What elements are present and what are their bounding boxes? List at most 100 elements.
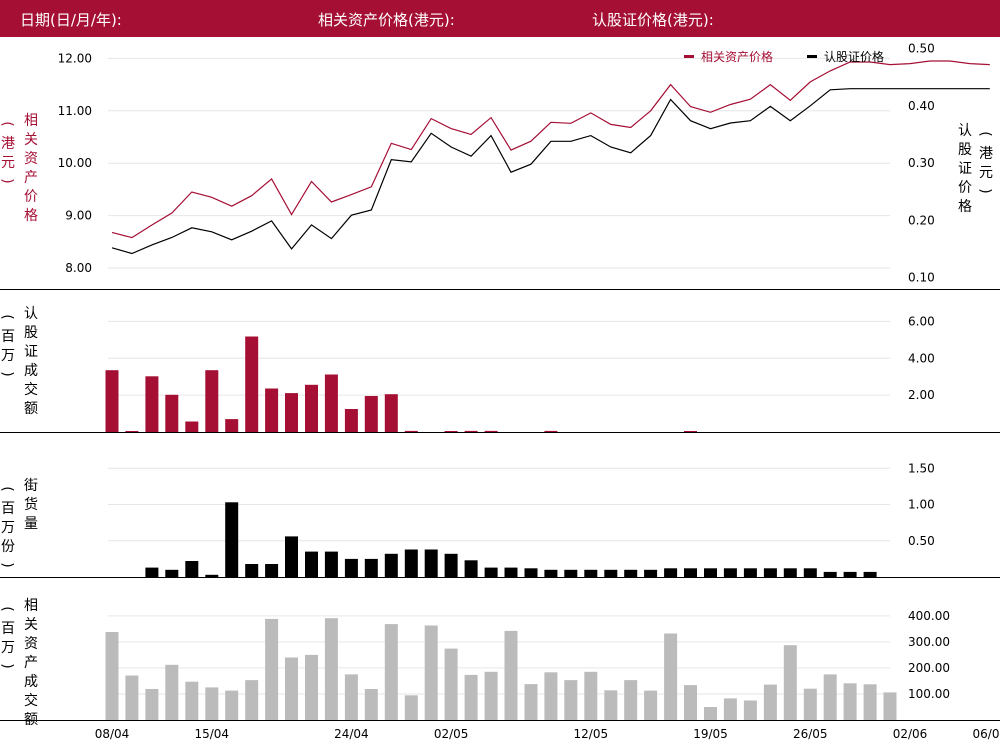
svg-text:关: 关 (24, 132, 38, 148)
bar (624, 680, 638, 720)
bar (524, 568, 538, 577)
bar (783, 568, 797, 577)
bar (285, 393, 298, 432)
y-tick-label: 400.00 (908, 609, 950, 623)
bar (305, 654, 318, 720)
y-right-tick-label: 0.20 (908, 213, 935, 227)
svg-text:港: 港 (979, 146, 993, 162)
bar (803, 688, 817, 720)
svg-text:相: 相 (24, 598, 38, 614)
bar (644, 690, 658, 720)
bar (444, 553, 458, 577)
bar (205, 370, 219, 432)
bar (364, 558, 378, 577)
bar (484, 430, 498, 432)
bar (823, 674, 837, 720)
bar (604, 690, 618, 720)
bar (245, 336, 259, 432)
y-left-tick-label: 11.00 (58, 104, 92, 118)
svg-text:交: 交 (24, 692, 38, 709)
bar (464, 560, 478, 577)
bar (544, 430, 558, 432)
bar (604, 569, 618, 578)
legend-swatch-1 (684, 55, 694, 58)
bar (305, 384, 318, 432)
y-tick-label: 2.00 (908, 388, 935, 402)
svg-text:份: 份 (1, 539, 15, 555)
bar (644, 569, 658, 578)
bar (225, 419, 239, 432)
y-tick-label: 200.00 (908, 661, 950, 675)
svg-text:格: 格 (958, 199, 972, 215)
bar (165, 664, 179, 720)
x-tick-label: 02/05 (434, 727, 469, 741)
y-left-tick-label: 10.00 (58, 156, 92, 170)
svg-text:百: 百 (1, 329, 15, 345)
y-left-axis-label: 相关资产价格 (港元) (0, 113, 38, 224)
bar (324, 551, 338, 577)
bar (344, 674, 358, 720)
svg-text:认: 认 (958, 123, 972, 139)
svg-text:证: 证 (24, 344, 38, 360)
svg-text:量: 量 (24, 516, 38, 532)
bar (384, 624, 398, 720)
bar (185, 681, 199, 720)
x-tick-label: 02/06 (893, 727, 928, 741)
svg-text:价: 价 (958, 180, 972, 196)
x-tick-label: 15/04 (194, 727, 229, 741)
bar (404, 430, 418, 432)
bar (664, 568, 678, 577)
legend-label-2: 认股证价格 (824, 49, 884, 64)
bar (723, 568, 737, 577)
bar (783, 645, 797, 720)
x-tick-label: 26/05 (793, 727, 828, 741)
x-tick-label: 12/05 (574, 727, 609, 741)
svg-text:关: 关 (24, 617, 38, 633)
y-axis-label: 街货量 (百万份) (0, 478, 38, 568)
bar (384, 553, 398, 577)
bar (544, 569, 558, 578)
bar (265, 618, 279, 720)
bar (684, 431, 697, 432)
bar (704, 568, 717, 577)
svg-text:万: 万 (1, 640, 15, 656)
svg-text:格: 格 (24, 208, 38, 224)
svg-text:元: 元 (979, 165, 993, 181)
bar (803, 568, 817, 577)
legend-label-1: 相关资产价格 (701, 49, 773, 64)
x-tick-label: 19/05 (693, 727, 728, 741)
svg-text:百: 百 (1, 501, 15, 517)
svg-text:产: 产 (24, 655, 38, 671)
bar (145, 376, 159, 432)
svg-text:交: 交 (24, 381, 38, 398)
x-tick-label: 24/04 (334, 727, 369, 741)
y-left-tick-label: 12.00 (58, 51, 92, 65)
y-axis-label: 相关资产成交额(百万) (0, 598, 38, 728)
svg-text:相: 相 (24, 113, 38, 129)
bar (823, 571, 837, 577)
bar (205, 574, 219, 577)
legend-swatch-2 (807, 55, 817, 58)
svg-text:): ) (0, 371, 15, 376)
svg-text:万: 万 (1, 348, 15, 364)
bar (584, 569, 598, 578)
bar (285, 536, 298, 577)
bar (484, 671, 498, 720)
x-tick-label: 08/04 (95, 727, 130, 741)
bar (324, 618, 338, 720)
y-axis-label: 认股证成交额 (百万) (0, 306, 38, 417)
bar (444, 431, 458, 432)
bar (105, 370, 119, 432)
bar (504, 630, 518, 720)
bar (624, 569, 638, 578)
y-right-axis-label: 认股证价格 (港元) (958, 123, 993, 215)
bar (285, 657, 298, 720)
bar (105, 632, 119, 720)
svg-text:): ) (977, 188, 993, 193)
bar (185, 421, 199, 432)
warrant-chart: 12.00 11.00 10.00 9.00 8.00 0.50 0.40 0.30 0.20 0… (0, 42, 1000, 741)
svg-text:资: 资 (24, 151, 38, 167)
svg-text:万: 万 (1, 520, 15, 536)
bar (384, 394, 398, 432)
bar (843, 571, 857, 577)
